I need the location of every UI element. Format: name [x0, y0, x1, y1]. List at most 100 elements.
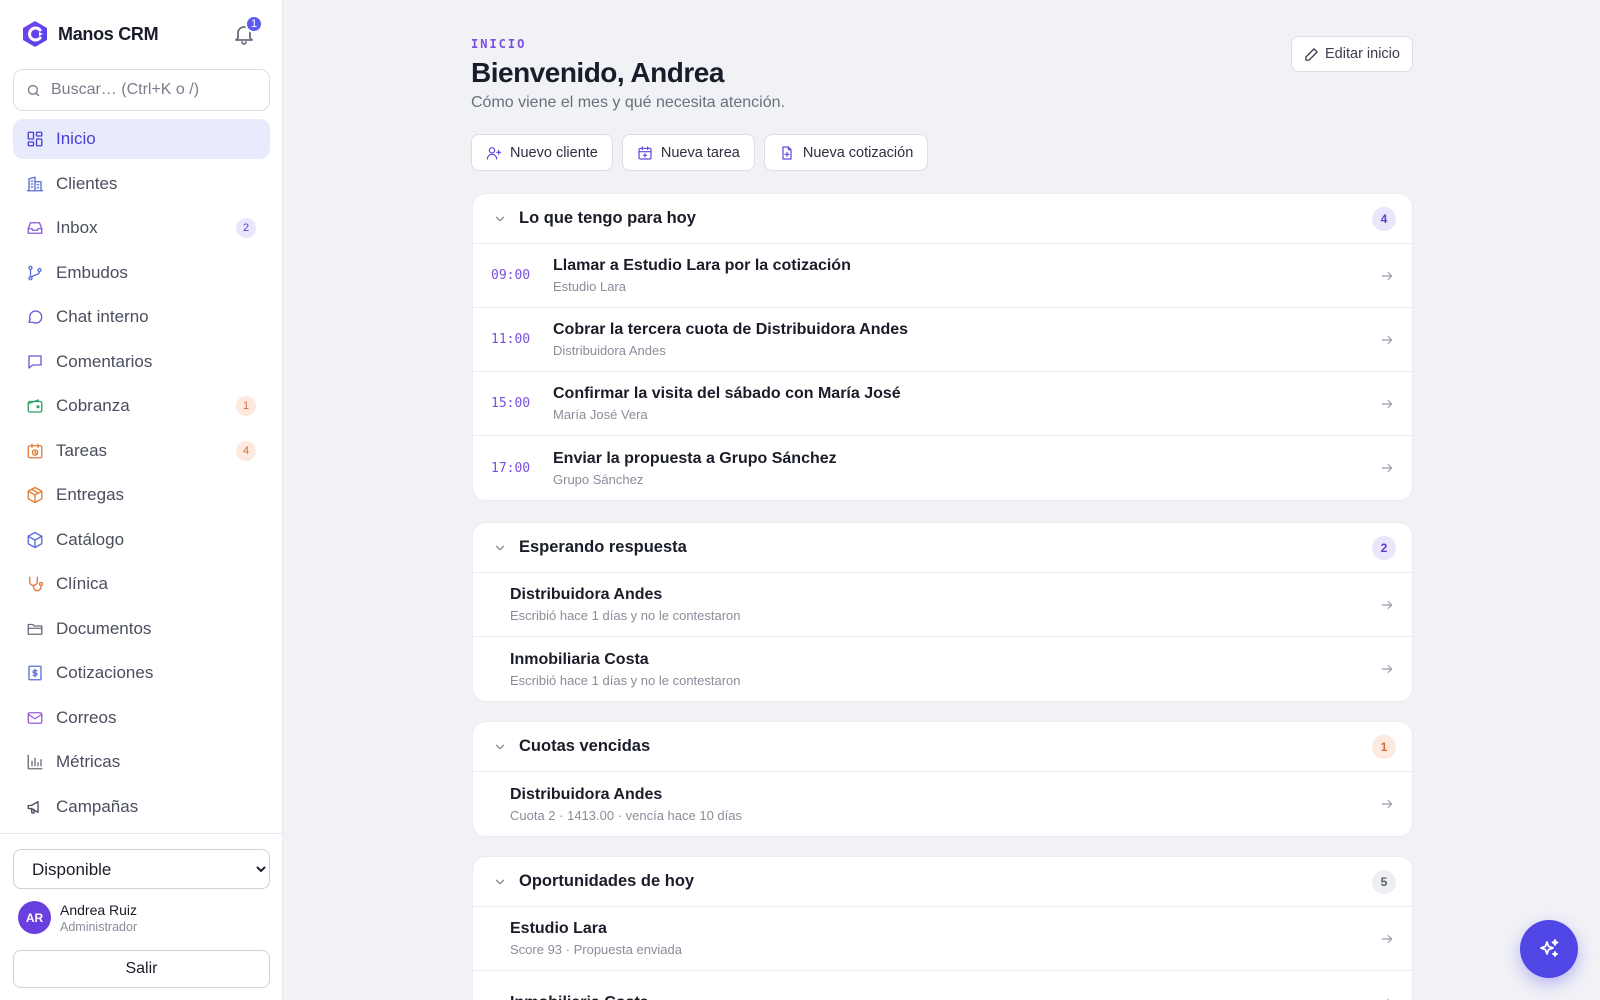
list-item-body: Estudio Lara Score 93 · Propuesta enviada — [473, 920, 682, 957]
sidebar-item-cobranza[interactable]: Cobranza 1 — [13, 386, 270, 426]
sidebar-item-label: Clínica — [56, 574, 108, 593]
availability-select[interactable]: Disponible — [13, 849, 270, 889]
page-title: Bienvenido, Andrea — [471, 57, 724, 88]
pencil-icon — [1305, 47, 1318, 61]
chevron-down-icon — [495, 216, 505, 221]
dashboard-icon — [27, 131, 43, 147]
page-eyebrow: INICIO — [471, 37, 527, 51]
list-item-title: Inmobiliaria Costa — [510, 994, 649, 1000]
section-title: Esperando respuesta — [519, 538, 687, 556]
search-input[interactable] — [51, 81, 251, 99]
sidebar-item-clientes[interactable]: Clientes — [13, 164, 270, 204]
notification-badge: 1 — [245, 15, 263, 33]
arrow-right-icon — [1387, 998, 1390, 1000]
section-card: Cuotas vencidas 1 Distribuidora Andes Cuota… — [472, 721, 1413, 837]
sidebar-item-label: Cotizaciones — [56, 663, 154, 682]
sparkles-icon — [1540, 939, 1559, 957]
sidebar-item-correos[interactable]: Correos — [13, 698, 270, 738]
list-item[interactable]: Estudio Lara Score 93 · Propuesta enviada — [473, 907, 1412, 971]
section-card: Esperando respuesta 2 Distribuidora Andes E… — [472, 522, 1413, 702]
sidebar-item-label: Correos — [56, 707, 117, 727]
sidebar-item-chat-interno[interactable]: Chat interno — [13, 297, 270, 337]
section-header[interactable]: Cuotas vencidas 1 — [473, 722, 1412, 772]
sidebar-item-entregas[interactable]: Entregas — [13, 475, 270, 515]
funnel-branch-icon — [28, 265, 42, 280]
search-box[interactable] — [13, 69, 270, 111]
list-item-title: Llamar a Estudio Lara por la cotización — [553, 257, 851, 274]
list-item-body: Enviar la propuesta a Grupo Sánchez Grupo… — [553, 450, 837, 487]
logout-button[interactable]: Salir — [13, 950, 270, 988]
user-profile[interactable]: AR Andrea Ruiz Administrador — [18, 901, 137, 934]
mail-icon — [27, 711, 43, 724]
page-subtitle: Cómo viene el mes y qué necesita atenció… — [471, 94, 785, 111]
chevron-down-icon — [495, 744, 505, 749]
list-item[interactable]: Inmobiliaria Costa Escribió hace 1 días y… — [473, 637, 1412, 701]
list-item[interactable]: Distribuidora Andes Escribió hace 1 días … — [473, 573, 1412, 637]
list-item[interactable]: 11:00 Cobrar la tercera cuota de Distribu… — [473, 308, 1412, 372]
list-item-title: Distribuidora Andes — [510, 785, 663, 803]
manos-logo-icon — [23, 21, 47, 47]
sidebar-item-tareas[interactable]: Tareas 4 — [13, 431, 270, 471]
megaphone-icon — [27, 800, 39, 814]
sidebar-item-comentarios[interactable]: Comentarios — [13, 342, 270, 382]
sidebar-item-label: Cobranza — [56, 396, 130, 415]
section-header[interactable]: Lo que tengo para hoy 4 — [473, 194, 1412, 244]
task-time: 17:00 — [491, 460, 531, 476]
list-item[interactable]: Distribuidora Andes Cuota 2 · 1413.00 · v… — [473, 772, 1412, 836]
section-count-badge: 5 — [1372, 870, 1396, 894]
sidebar-item-badge: 4 — [236, 440, 256, 461]
sidebar-item-inicio[interactable]: Inicio — [13, 119, 270, 159]
list-item[interactable]: Inmobiliaria Costa — [473, 971, 1412, 1000]
inbox-icon — [27, 222, 43, 234]
section-title: Oportunidades de hoy — [519, 872, 695, 890]
sidebar-item-metricas[interactable]: Métricas — [13, 742, 270, 782]
section-header[interactable]: Esperando respuesta 2 — [473, 523, 1412, 573]
arrow-right-icon — [1381, 399, 1393, 409]
app-name: Manos CRM — [58, 23, 159, 44]
sidebar-item-campanas[interactable]: Campañas — [13, 787, 270, 827]
sidebar-item-documentos[interactable]: Documentos — [13, 609, 270, 649]
sidebar-item-inbox[interactable]: Inbox 2 — [13, 208, 270, 248]
edit-home-button[interactable]: Editar inicio — [1291, 36, 1413, 72]
list-item-subtitle: Escribió hace 1 días y no le contestaron — [510, 608, 741, 623]
sidebar-item-label: Métricas — [56, 752, 121, 771]
list-item-title: Estudio Lara — [510, 920, 607, 937]
list-item[interactable]: 15:00 Confirmar la visita del sábado con … — [473, 372, 1412, 436]
nueva-tarea-button[interactable]: Nueva tarea — [621, 134, 755, 171]
receipt-icon — [28, 665, 42, 681]
list-item-body: Llamar a Estudio Lara por la cotización E… — [553, 257, 851, 294]
ai-assistant-button[interactable] — [1520, 920, 1578, 978]
arrow-right-icon — [1381, 664, 1393, 674]
list-item-subtitle: Estudio Lara — [553, 279, 626, 294]
box-icon — [27, 531, 43, 548]
quick-actions: Nuevo cliente Nueva tarea Nueva cotización — [471, 134, 929, 171]
task-time: 09:00 — [491, 268, 531, 283]
sidebar-item-label: Inbox — [56, 218, 98, 237]
section-count-badge: 1 — [1372, 735, 1396, 759]
chat-bubble-icon — [28, 310, 43, 324]
bar-chart-icon — [27, 754, 43, 770]
brand[interactable]: Manos CRM — [22, 20, 159, 48]
list-item-subtitle: Cuota 2 · 1413.00 · vencía hace 10 días — [510, 807, 742, 823]
list-item[interactable]: 17:00 Enviar la propuesta a Grupo Sánchez… — [473, 436, 1412, 500]
sidebar-item-embudos[interactable]: Embudos — [13, 253, 270, 293]
user-plus-icon — [486, 146, 502, 160]
sidebar-item-clinica[interactable]: Clínica — [13, 564, 270, 604]
section-count-badge: 4 — [1372, 207, 1396, 231]
list-item[interactable]: 09:00 Llamar a Estudio Lara por la cotiza… — [473, 244, 1412, 308]
list-item-body: Confirmar la visita del sábado con María… — [553, 385, 901, 422]
sidebar-item-cotizaciones[interactable]: Cotizaciones — [13, 653, 270, 693]
task-time: 11:00 — [491, 332, 531, 347]
user-name: Andrea Ruiz — [60, 901, 138, 918]
sidebar-item-label: Campañas — [56, 796, 139, 816]
list-item-body: Distribuidora Andes Escribió hace 1 días … — [473, 586, 741, 623]
sidebar-item-label: Tareas — [56, 440, 108, 460]
nueva-cotizacion-button[interactable]: Nueva cotización — [763, 134, 929, 171]
list-item-body: Distribuidora Andes Cuota 2 · 1413.00 · v… — [473, 786, 742, 823]
comment-icon — [28, 354, 42, 369]
section-count-badge: 2 — [1372, 536, 1396, 560]
nuevo-cliente-button[interactable]: Nuevo cliente — [471, 134, 613, 171]
sidebar-item-catalogo[interactable]: Catálogo — [13, 520, 270, 560]
section-header[interactable]: Oportunidades de hoy 5 — [473, 857, 1412, 907]
action-label: Nueva tarea — [660, 144, 740, 161]
